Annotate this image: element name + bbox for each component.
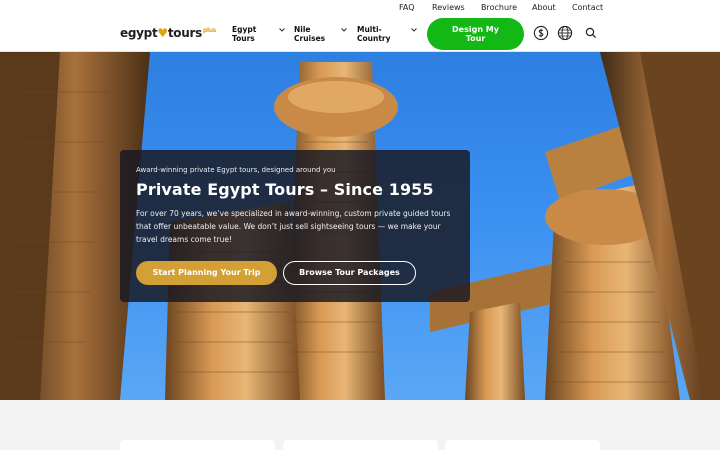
hero-kicker: Award-winning private Egypt tours, desig… [136,166,336,174]
search-icon[interactable] [584,26,598,40]
design-my-tour-button[interactable]: Design My Tour [427,18,524,50]
brochure-link[interactable]: Brochure [481,3,517,12]
faq-link[interactable]: FAQ [399,3,415,12]
nav-egypt-tours[interactable]: Egypt Tours [232,25,256,43]
nav-nile-cruises[interactable]: Nile Cruises [294,25,325,43]
pin-icon: ♥ [157,26,168,40]
chevron-down-icon[interactable] [410,26,418,34]
contact-link[interactable]: Contact [572,3,603,12]
content-card[interactable] [283,440,438,450]
content-card[interactable] [120,440,275,450]
main-nav: egypt♥toursplus Egypt Tours Nile Cruises… [0,16,720,52]
hero-title: Private Egypt Tours – Since 1955 [136,180,434,199]
content-section [0,400,720,450]
chevron-down-icon[interactable] [278,26,286,34]
chevron-down-icon[interactable] [340,26,348,34]
reviews-link[interactable]: Reviews [432,3,465,12]
hero-section: Award-winning private Egypt tours, desig… [0,52,720,400]
nav-multi-country[interactable]: Multi- Country [357,25,391,43]
content-card[interactable] [445,440,600,450]
browse-packages-button[interactable]: Browse Tour Packages [283,261,416,285]
start-planning-button[interactable]: Start Planning Your Trip [136,261,277,285]
utility-bar: FAQ Reviews Brochure About Contact [0,0,720,16]
currency-icon[interactable] [533,25,549,41]
hero-description: For over 70 years, we’ve specialized in … [136,209,451,244]
hero-card: Award-winning private Egypt tours, desig… [120,150,470,302]
about-link[interactable]: About [532,3,556,12]
globe-icon[interactable] [557,25,573,41]
site-logo[interactable]: egypt♥toursplus [120,26,216,40]
